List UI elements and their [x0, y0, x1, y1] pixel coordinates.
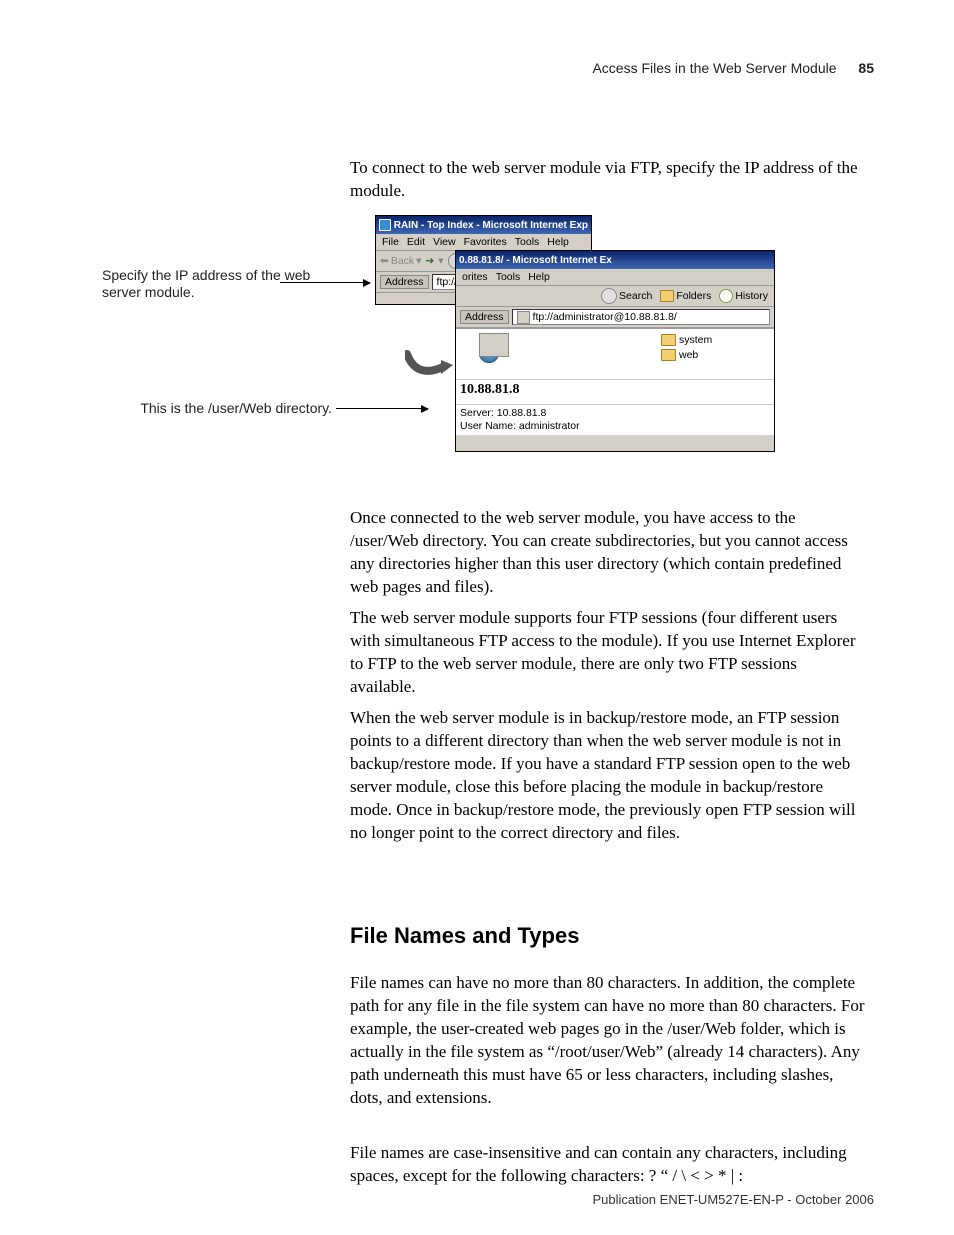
annotation-user-web-dir: This is the /user/Web directory. — [102, 400, 332, 417]
ftp-icon — [517, 311, 530, 324]
folder-web[interactable]: web — [661, 349, 698, 361]
page-number: 85 — [858, 60, 874, 76]
file-names-p1: File names can have no more than 80 char… — [350, 972, 865, 1110]
menu-favorites-cut[interactable]: orites — [462, 271, 488, 283]
section-title: Access Files in the Web Server Module — [592, 60, 836, 76]
menu-view[interactable]: View — [433, 236, 456, 248]
folder-icon — [661, 349, 676, 361]
titlebar: 0.88.81.8/ - Microsoft Internet Ex — [456, 251, 774, 269]
screenshot-figure: RAIN - Top Index - Microsoft Internet Ex… — [375, 215, 780, 460]
ip-heading: 10.88.81.8 — [460, 382, 520, 397]
menu-favorites[interactable]: Favorites — [464, 236, 507, 248]
window-ie-ftp: 0.88.81.8/ - Microsoft Internet Ex orite… — [455, 250, 775, 452]
ftp-server-icon[interactable] — [471, 333, 507, 369]
address-label: Address — [460, 310, 509, 324]
address-label: Address — [380, 275, 429, 289]
history-button[interactable]: History — [719, 289, 768, 303]
folder-system[interactable]: system — [661, 334, 712, 346]
page-header: Access Files in the Web Server Module 85 — [592, 60, 874, 76]
address-bar: Address ftp://administrator@10.88.81.8/ — [456, 307, 774, 328]
file-names-p2: File names are case-insensitive and can … — [350, 1142, 865, 1188]
paragraph-backup: When the web server module is in backup/… — [350, 707, 865, 845]
menu-help[interactable]: Help — [528, 271, 550, 283]
paragraph-after-figure: Once connected to the web server module,… — [350, 507, 865, 599]
address-input[interactable]: ftp://administrator@10.88.81.8/ — [512, 309, 770, 325]
paragraph-sessions: The web server module supports four FTP … — [350, 607, 865, 699]
forward-button[interactable]: ➔ — [425, 255, 434, 267]
folders-icon — [660, 290, 674, 302]
back-button[interactable]: ⬅ Back ▾ — [380, 255, 421, 267]
menubar: orites Tools Help — [456, 269, 774, 286]
menu-edit[interactable]: Edit — [407, 236, 425, 248]
server-info: Server: 10.88.81.8 User Name: administra… — [456, 404, 774, 435]
file-names-heading: File Names and Types — [350, 923, 579, 949]
menu-help[interactable]: Help — [547, 236, 569, 248]
menu-tools[interactable]: Tools — [515, 236, 540, 248]
window-title: RAIN - Top Index - Microsoft Internet Ex… — [394, 220, 588, 231]
menu-tools[interactable]: Tools — [496, 271, 521, 283]
annotation-specify-ip: Specify the IP address of the web server… — [102, 267, 332, 301]
search-icon — [601, 288, 617, 304]
file-pane: system web — [456, 328, 774, 379]
footer-publication: Publication ENET-UM527E-EN-P - October 2… — [592, 1192, 874, 1207]
history-icon — [719, 289, 733, 303]
folders-button[interactable]: Folders — [660, 290, 711, 302]
ip-heading-panel: 10.88.81.8 — [456, 379, 774, 404]
menu-file[interactable]: File — [382, 236, 399, 248]
intro-paragraph: To connect to the web server module via … — [350, 157, 865, 203]
search-button[interactable]: Search — [601, 288, 652, 304]
arrow-icon — [280, 282, 370, 283]
user-line: User Name: administrator — [460, 420, 770, 433]
big-arrow-icon — [405, 350, 453, 380]
ie-icon — [379, 219, 391, 231]
window-title: 0.88.81.8/ - Microsoft Internet Ex — [459, 255, 612, 266]
server-line: Server: 10.88.81.8 — [460, 407, 770, 420]
menubar: File Edit View Favorites Tools Help — [376, 234, 591, 251]
titlebar: RAIN - Top Index - Microsoft Internet Ex… — [376, 216, 591, 234]
folder-icon — [661, 334, 676, 346]
toolbar: Search Folders History — [456, 286, 774, 307]
